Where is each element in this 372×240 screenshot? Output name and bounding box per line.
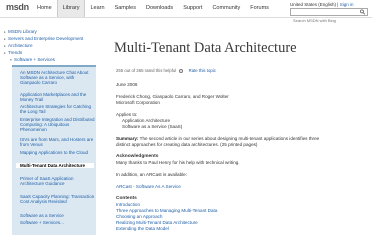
arcast-link[interactable]: ARCast - Software As A Service (116, 184, 181, 190)
applies-to-item: Application Architecture (122, 118, 171, 123)
rate-icon[interactable] (179, 68, 184, 73)
locale-bar: United States (English) | Sign in (290, 2, 354, 7)
msdn-logo[interactable]: msdn (6, 2, 29, 12)
sidebar-item-software-services-more[interactable]: Software + Services... (20, 220, 96, 225)
applies-to-label: Applies to: (116, 112, 138, 117)
tab-downloads[interactable]: Downloads (141, 0, 178, 17)
acknowledgments-heading: Acknowledgments (116, 154, 159, 159)
publish-date: June 2006 (116, 82, 138, 87)
summary: Summary: The second article in our serie… (116, 136, 319, 142)
sidebar-item-isvs-hosters[interactable]: ISVs are from Mars, and Hosters are from… (20, 137, 96, 147)
sidebar-item-msdn-chat[interactable]: An MSDN Architecture Chat About Software… (20, 70, 96, 85)
acknowledgments-text: Many thanks to Paul Henry for his help w… (116, 160, 240, 165)
toc-link[interactable]: Introduction (116, 202, 140, 208)
applies-to-item: Software as a Service (SaaS) (122, 124, 183, 129)
toc-link[interactable]: Choosing an Approach (116, 214, 162, 220)
tab-community[interactable]: Community (207, 0, 245, 17)
summary-label: Summary: (116, 136, 139, 141)
summary-text: The second article in our series about d… (139, 136, 320, 141)
tree-item-architecture[interactable]: ▸ Architecture (4, 43, 33, 49)
tab-samples[interactable]: Samples (110, 0, 141, 17)
tab-library[interactable]: Library (56, 0, 86, 17)
sidebar-item-saas-primer[interactable]: Primer of SaaS Application Architecture … (20, 176, 96, 186)
toc-link[interactable]: Three Approaches to Managing Multi-Tenan… (116, 208, 217, 214)
sidebar-item-multi-tenant-current[interactable]: Multi-Tenant Data Architecture (16, 163, 94, 168)
page-title: Multi-Tenant Data Architecture (114, 40, 297, 56)
arcast-intro: In addition, an ARCast is available: (116, 172, 187, 177)
rating-bar: 255 out of 365 rated this helpful Rate t… (116, 68, 216, 73)
sidebar-item-software-as-service[interactable]: Software as a Service (20, 213, 96, 218)
search-box (290, 8, 368, 24)
summary-text-continued: distinct approaches for creating data ar… (116, 142, 258, 147)
tab-learn[interactable]: Learn (85, 0, 109, 17)
company: Microsoft Corporation (116, 100, 160, 105)
rating-text: 255 out of 365 rated this helpful (116, 68, 177, 73)
sidebar-navigation-tree: ▸ MSDN Library ▸ Servers and Enterprise De… (0, 19, 98, 240)
tab-home[interactable]: Home (32, 0, 57, 17)
tab-support[interactable]: Support (178, 0, 207, 17)
tree-item-msdn-library[interactable]: ▸ MSDN Library (4, 29, 37, 35)
top-navigation-bar: msdn Home Library Learn Samples Download… (0, 0, 372, 24)
sidebar-item-enterprise-integration[interactable]: Enterprise Integration and Distributed C… (20, 117, 96, 132)
toc-link[interactable]: Extending the Data Model (116, 226, 169, 232)
locale-selector[interactable]: United States (English) (290, 2, 336, 7)
sidebar-item-marketplaces[interactable]: Application Marketplaces and the Money T… (20, 92, 96, 102)
nav-tabs: Home Library Learn Samples Downloads Sup… (32, 0, 274, 17)
toc-link[interactable]: Realizing Multi-Tenant Data Architecture (116, 220, 198, 226)
search-icon[interactable] (359, 9, 366, 15)
sidebar-item-mapping-cloud[interactable]: Mapping Applications to the Cloud (20, 150, 96, 155)
article-content: Multi-Tenant Data Architecture 255 out o… (114, 19, 372, 240)
tree-item-servers[interactable]: ▸ Servers and Enterprise Development (4, 36, 83, 42)
sidebar-item-capacity-planning[interactable]: SaaS Capacity Planning: Transaction Cost… (20, 194, 96, 204)
contents-heading: Contents (116, 196, 137, 201)
tree-item-trends[interactable]: ▸ Trends (4, 50, 22, 56)
sidebar-item-long-tail[interactable]: Architecture Strategies for Catching the… (20, 104, 96, 114)
tab-forums[interactable]: Forums (245, 0, 274, 17)
tree-item-software-services[interactable]: ▾ Software + Services (10, 57, 55, 63)
rate-topic-link[interactable]: Rate this topic (189, 68, 216, 73)
sidebar-subtree: An MSDN Architecture Chat About Software… (12, 65, 96, 235)
authors: Frederick Chong, Gianpaolo Carraro, and … (116, 94, 229, 99)
sign-in-link[interactable]: Sign in (340, 2, 354, 7)
